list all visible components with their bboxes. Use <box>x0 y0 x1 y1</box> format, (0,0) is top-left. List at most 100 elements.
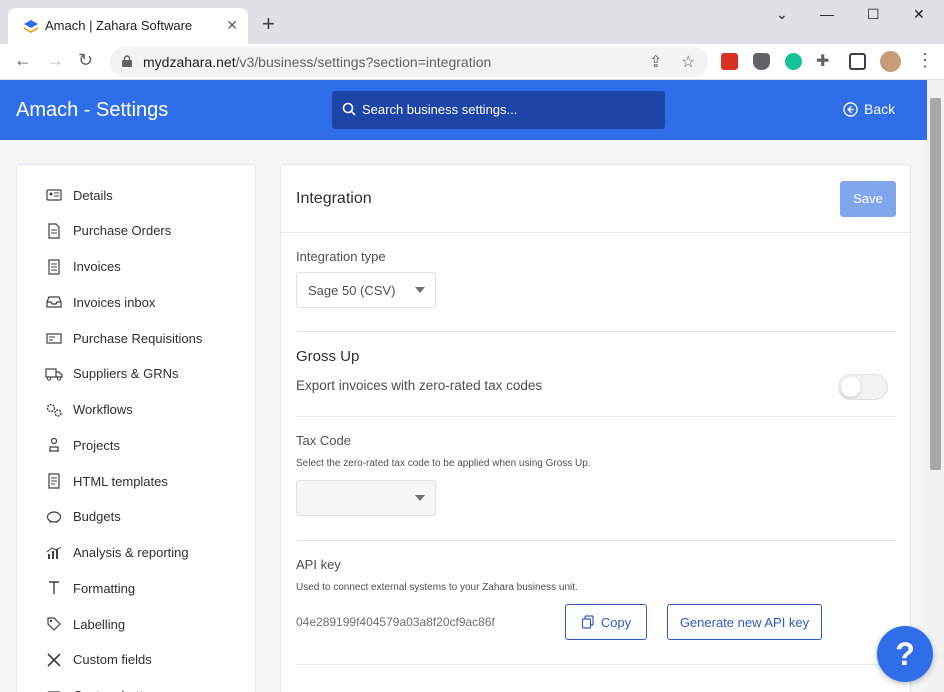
sidebar-item-label: Custom fields <box>73 652 152 668</box>
requisition-icon <box>45 329 63 347</box>
gross-up-description: Export invoices with zero-rated tax code… <box>296 378 543 393</box>
maximize-button[interactable]: ☐ <box>867 6 880 23</box>
copy-button[interactable]: Copy <box>565 604 647 640</box>
integration-type-value: Sage 50 (CSV) <box>308 283 396 298</box>
extension-grammarly-icon[interactable] <box>785 53 802 70</box>
sidebar-item-label: Projects <box>73 437 120 453</box>
tax-code-label: Tax Code <box>296 433 351 448</box>
extensions-puzzle-icon[interactable]: ✚ <box>816 51 829 71</box>
sidebar-item-workflows[interactable]: Workflows <box>45 400 133 420</box>
divider <box>296 664 896 665</box>
back-circle-arrow-icon <box>843 101 858 117</box>
api-key-help: Used to connect external systems to your… <box>296 582 578 593</box>
divider <box>281 232 910 233</box>
text-format-icon <box>45 579 63 597</box>
document-icon <box>45 222 63 240</box>
sidebar-item-budgets[interactable]: Budgets <box>45 507 121 527</box>
inbox-icon <box>45 293 63 311</box>
forward-arrow-icon[interactable]: → <box>46 50 64 71</box>
generate-api-key-button[interactable]: Generate new API key <box>667 604 822 640</box>
close-window-button[interactable]: ✕ <box>913 6 925 23</box>
sidebar-item-label: Suppliers & GRNs <box>73 366 179 382</box>
chart-icon <box>45 544 63 562</box>
sidebar-item-label: Invoices inbox <box>73 294 156 310</box>
gross-up-title: Gross Up <box>296 348 360 365</box>
address-bar[interactable]: mydzahara.net/v3/business/settings?secti… <box>110 47 708 77</box>
sidebar-item-labelling[interactable]: Labelling <box>45 614 125 634</box>
minimize-button[interactable]: — <box>820 6 834 22</box>
button-icon <box>45 687 63 692</box>
invoice-icon <box>45 258 63 276</box>
sidebar-item-label: Formatting <box>73 580 136 596</box>
template-icon <box>45 472 63 490</box>
sidebar-item-invoices-inbox[interactable]: Invoices inbox <box>45 292 155 312</box>
search-placeholder: Search business settings... <box>362 102 518 117</box>
tax-code-select[interactable] <box>296 480 436 516</box>
sidebar-item-invoices[interactable]: Invoices <box>45 257 121 277</box>
sidebar-item-custom-fields[interactable]: Custom fields <box>45 650 152 670</box>
browser-menu-icon[interactable]: ⋮ <box>916 50 934 71</box>
page-scrollbar[interactable] <box>927 80 944 692</box>
sidebar-item-suppliers-grns[interactable]: Suppliers & GRNs <box>45 364 178 384</box>
sidebar-item-details[interactable]: Details <box>45 185 113 205</box>
sidebar-item-html-templates[interactable]: HTML templates <box>45 471 168 491</box>
share-icon[interactable]: ⇪ <box>649 52 662 72</box>
search-icon <box>342 102 356 116</box>
sidebar-item-label: Custom buttons <box>73 688 164 692</box>
sidebar-item-analysis-reporting[interactable]: Analysis & reporting <box>45 543 189 563</box>
copy-label: Copy <box>600 614 632 630</box>
piggy-bank-icon <box>45 508 63 526</box>
browser-toolbar: ← → ↻ mydzahara.net/v3/business/settings… <box>0 44 944 80</box>
back-button[interactable]: Back <box>843 101 895 117</box>
help-button[interactable]: ? <box>877 626 933 682</box>
reload-icon[interactable]: ↻ <box>78 50 93 71</box>
divider <box>296 540 896 541</box>
extension-ublock-icon[interactable] <box>753 53 770 70</box>
app-header: Amach - Settings Search business setting… <box>0 80 927 140</box>
tab-title: Amach | Zahara Software <box>45 18 193 33</box>
sidebar-item-projects[interactable]: Projects <box>45 435 120 455</box>
settings-search-input[interactable]: Search business settings... <box>332 91 665 129</box>
browser-tab[interactable]: Amach | Zahara Software ✕ <box>8 8 248 44</box>
tab-search-icon[interactable]: ⌄ <box>776 6 788 23</box>
bookmark-star-icon[interactable]: ☆ <box>681 52 695 72</box>
chevron-down-icon <box>415 287 425 293</box>
chevron-down-icon <box>415 495 425 501</box>
settings-sidebar: Details Purchase Orders Invoices Invoices i… <box>16 164 256 692</box>
api-key-label: API key <box>296 557 341 572</box>
side-panel-icon[interactable] <box>849 53 866 70</box>
profile-avatar[interactable] <box>880 51 901 72</box>
sidebar-item-purchase-requisitions[interactable]: Purchase Requisitions <box>45 328 202 348</box>
divider <box>296 331 896 332</box>
sidebar-item-label: Workflows <box>73 402 133 417</box>
sidebar-item-purchase-orders[interactable]: Purchase Orders <box>45 221 171 241</box>
sidebar-item-custom-buttons[interactable]: Custom buttons <box>45 686 164 692</box>
back-arrow-icon[interactable]: ← <box>14 50 32 71</box>
save-button[interactable]: Save <box>840 181 896 217</box>
browser-tabstrip: Amach | Zahara Software ✕ + ⌄ — ☐ ✕ <box>0 0 944 44</box>
gross-up-toggle[interactable] <box>838 374 888 400</box>
tab-close-icon[interactable]: ✕ <box>226 17 238 34</box>
integration-type-label: Integration type <box>296 249 386 264</box>
integration-panel: Integration Save Integration type Sage 5… <box>280 164 911 692</box>
projects-icon <box>45 436 63 454</box>
scrollbar-thumb[interactable] <box>930 98 941 470</box>
sidebar-item-label: Invoices <box>73 259 121 274</box>
url-text: mydzahara.net/v3/business/settings?secti… <box>143 54 491 70</box>
page-title: Amach - Settings <box>16 99 169 121</box>
extension-lastpass-icon[interactable] <box>721 53 738 70</box>
copy-icon <box>581 615 594 629</box>
sidebar-item-label: Details <box>73 187 113 203</box>
sidebar-item-label: Labelling <box>73 616 126 632</box>
integration-type-select[interactable]: Sage 50 (CSV) <box>296 272 436 308</box>
api-key-value: 04e289199f404579a03a8f20cf9ac86f <box>296 615 495 629</box>
cogs-icon <box>45 401 63 419</box>
tag-icon <box>45 615 63 633</box>
sidebar-item-label: Analysis & reporting <box>73 545 189 560</box>
tax-code-help: Select the zero-rated tax code to be app… <box>296 458 591 469</box>
section-title: Integration <box>296 190 372 207</box>
url-path: /v3/business/settings?section=integratio… <box>235 54 492 70</box>
new-tab-button[interactable]: + <box>262 13 275 35</box>
url-host: mydzahara.net <box>143 54 236 70</box>
sidebar-item-formatting[interactable]: Formatting <box>45 578 135 598</box>
